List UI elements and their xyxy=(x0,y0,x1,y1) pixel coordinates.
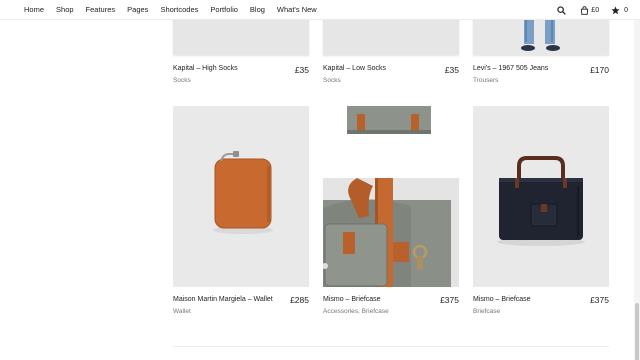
nav-item-pages[interactable]: Pages xyxy=(127,0,148,20)
product-category[interactable]: Briefcase xyxy=(473,308,500,315)
bag-icon xyxy=(580,5,589,15)
page-scrollbar[interactable] xyxy=(634,20,640,360)
nav-item-home[interactable]: Home xyxy=(24,0,44,20)
main-menu: Home Shop Features Pages Shortcodes Port… xyxy=(24,0,329,20)
product-card-margiela-wallet[interactable]: Maison Martin Margiela – Wallet £285 Wal… xyxy=(173,106,309,321)
nav-item-features[interactable]: Features xyxy=(86,0,116,20)
product-price: £35 xyxy=(444,65,459,75)
product-title[interactable]: Maison Martin Margiela – Wallet xyxy=(173,296,273,303)
product-price: £35 xyxy=(294,65,309,75)
product-category[interactable]: Socks xyxy=(323,77,341,84)
briefcase-detail-photo xyxy=(323,106,459,287)
nav-actions: £0 0 xyxy=(545,0,628,20)
top-navigation: Home Shop Features Pages Shortcodes Port… xyxy=(0,0,640,20)
product-card-mismo-briefcase[interactable]: Mismo – Briefcase £375 Briefcase xyxy=(473,106,609,321)
scrollbar-thumb[interactable] xyxy=(635,303,639,360)
nav-item-portfolio[interactable]: Portfolio xyxy=(210,0,238,20)
product-title[interactable]: Levi's – 1967 505 Jeans xyxy=(473,65,548,72)
product-price: £375 xyxy=(590,295,609,305)
star-icon xyxy=(611,6,620,15)
briefcase-photo xyxy=(497,156,585,246)
product-category[interactable]: Wallet xyxy=(173,308,191,315)
nav-item-shortcodes[interactable]: Shortcodes xyxy=(160,0,198,20)
product-title[interactable]: Kapital – Low Socks xyxy=(323,65,386,72)
product-category[interactable]: Trousers xyxy=(473,77,498,84)
nav-item-blog[interactable]: Blog xyxy=(250,0,265,20)
product-card-mismo-briefcase-detail[interactable]: Mismo – Briefcase £375 Accessories, Brie… xyxy=(323,106,459,321)
product-price: £170 xyxy=(590,65,609,75)
product-image[interactable] xyxy=(323,106,459,287)
cart-button[interactable]: £0 xyxy=(580,5,600,15)
product-image[interactable] xyxy=(473,106,609,287)
product-image[interactable] xyxy=(173,106,309,287)
product-price: £375 xyxy=(440,295,459,305)
product-title[interactable]: Mismo – Briefcase xyxy=(323,296,381,303)
product-title[interactable]: Kapital – High Socks xyxy=(173,65,238,72)
wishlist-button[interactable]: 0 xyxy=(611,6,628,15)
cart-amount: £0 xyxy=(591,6,600,14)
nav-item-whats-new[interactable]: What's New xyxy=(277,0,317,20)
nav-item-shop[interactable]: Shop xyxy=(56,0,74,20)
section-divider xyxy=(173,346,609,347)
wishlist-count: 0 xyxy=(624,6,628,14)
product-price: £285 xyxy=(290,295,309,305)
product-category[interactable]: Socks xyxy=(173,77,191,84)
wallet-photo xyxy=(213,151,273,234)
product-title[interactable]: Mismo – Briefcase xyxy=(473,296,531,303)
product-category[interactable]: Accessories, Briefcase xyxy=(323,308,389,315)
search-icon[interactable] xyxy=(557,5,567,15)
